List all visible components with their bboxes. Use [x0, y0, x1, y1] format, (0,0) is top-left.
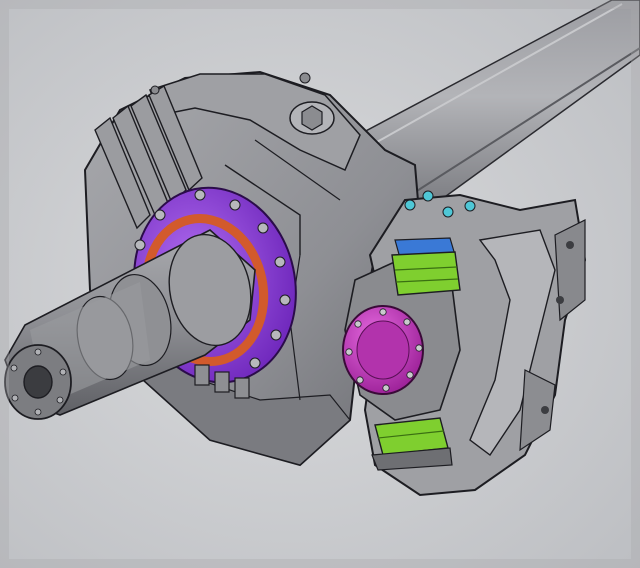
axle-assembly-render [0, 0, 640, 568]
hex-plug [289, 101, 335, 135]
magenta-cap [342, 305, 424, 395]
lower-bushing [371, 417, 453, 471]
cad-viewport [0, 0, 640, 568]
